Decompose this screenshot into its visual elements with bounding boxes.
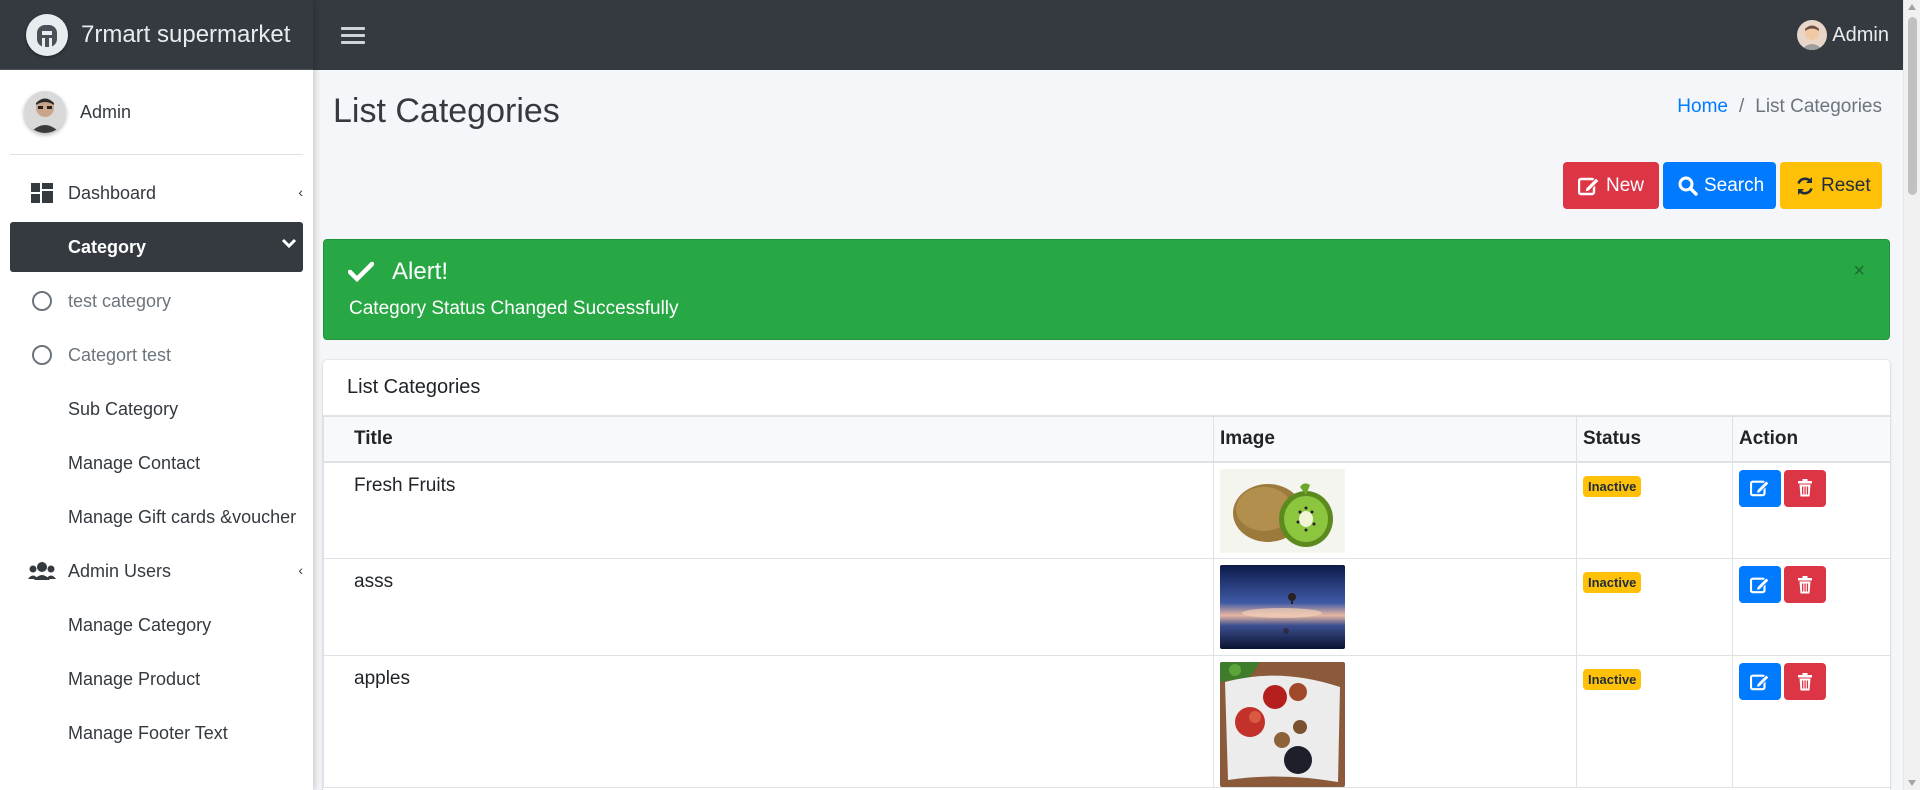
- delete-button[interactable]: [1784, 469, 1826, 507]
- page-scrollbar[interactable]: [1903, 0, 1920, 790]
- brand-link[interactable]: 7rmart supermarket: [0, 0, 313, 70]
- reset-button[interactable]: Reset: [1780, 162, 1882, 209]
- navbar-avatar: [1797, 20, 1828, 50]
- chevron-left-icon: ‹: [298, 562, 303, 578]
- table-row: apples Inactive: [323, 655, 1890, 788]
- action-buttons: New Search Reset: [1563, 162, 1882, 209]
- sidebar-item-manage-contact[interactable]: Manage Contact: [10, 438, 303, 488]
- sidebar-item-admin-users[interactable]: Admin Users ‹: [10, 546, 303, 596]
- sidebar-item-manage-product[interactable]: Manage Product: [10, 654, 303, 704]
- column-header-action[interactable]: Action: [1732, 416, 1890, 463]
- close-icon[interactable]: ×: [1853, 260, 1865, 283]
- scroll-down-arrow-icon[interactable]: [1908, 780, 1916, 786]
- dashboard-icon: [10, 183, 60, 203]
- user-panel[interactable]: Admin: [10, 70, 303, 155]
- user-avatar: [24, 91, 66, 133]
- search-button-label: Search: [1704, 174, 1765, 196]
- sidebar-item-sub-category[interactable]: Sub Category: [10, 384, 303, 434]
- sidebar-item-label: Manage Gift cards &voucher: [68, 506, 297, 527]
- alert-message: Category Status Changed Successfully: [349, 298, 679, 319]
- scroll-up-arrow-icon[interactable]: [1908, 4, 1916, 10]
- row-title: apples: [323, 655, 1214, 788]
- alert-header: Alert!: [348, 258, 448, 286]
- check-icon: [348, 261, 374, 283]
- delete-button[interactable]: [1784, 663, 1826, 700]
- alert-title: Alert!: [392, 258, 449, 285]
- kiwi-fruit-image: [1220, 468, 1345, 553]
- sidebar-item-manage-category[interactable]: Manage Category: [10, 600, 303, 650]
- sidebar-item-label: Category: [68, 236, 147, 257]
- sidebar-item-dashboard[interactable]: Dashboard ‹: [10, 168, 303, 218]
- chevron-left-icon: ‹: [298, 184, 303, 200]
- sidebar-item-manage-footer-text[interactable]: Manage Footer Text: [10, 708, 303, 758]
- column-header-title[interactable]: Title: [323, 416, 1214, 463]
- sidebar-item-category[interactable]: Category: [10, 222, 303, 272]
- column-header-image[interactable]: Image: [1213, 416, 1577, 463]
- table-row: asss Inactive: [323, 558, 1890, 656]
- new-button[interactable]: New: [1563, 162, 1659, 209]
- users-icon: [10, 561, 60, 581]
- sidebar-item-label: Manage Category: [68, 614, 212, 635]
- sidebar-user-name: Admin: [80, 101, 132, 122]
- sidebar-item-label: Dashboard: [68, 182, 157, 203]
- breadcrumb-current: List Categories: [1755, 96, 1882, 117]
- categories-table: Title Image Status Action Fresh Fruits I…: [323, 416, 1890, 788]
- night-sky-balloon-image: [1220, 565, 1345, 649]
- sidebar-item-label: Sub Category: [68, 398, 179, 419]
- card-title: List Categories: [323, 360, 1890, 416]
- edit-button[interactable]: [1739, 663, 1781, 700]
- chevron-down-icon: [281, 236, 297, 252]
- circle-icon: [32, 345, 52, 365]
- main-content: List Categories Home / List Categories N…: [313, 70, 1900, 790]
- sidebar-item-label: test category: [68, 290, 172, 311]
- status-badge[interactable]: Inactive: [1583, 475, 1642, 497]
- table-row: Fresh Fruits Inactive: [323, 461, 1890, 559]
- sidebar-item-manage-gift-cards[interactable]: Manage Gift cards &voucher: [10, 492, 303, 542]
- reset-button-label: Reset: [1821, 174, 1871, 196]
- sidebar-item-label: Manage Product: [68, 668, 201, 689]
- breadcrumb-separator: /: [1738, 96, 1745, 117]
- sidebar-nav: Dashboard ‹ Category test category Categ…: [0, 155, 313, 758]
- sidebar-item-label: Admin Users: [68, 560, 172, 581]
- sidebar-item-label: Manage Footer Text: [68, 722, 228, 743]
- brand-name: 7rmart supermarket: [81, 20, 291, 48]
- edit-button[interactable]: [1739, 566, 1781, 603]
- refresh-icon: [1795, 176, 1815, 196]
- navbar-user-name: Admin: [1832, 23, 1889, 46]
- page-title: List Categories: [333, 92, 560, 130]
- search-icon: [1678, 176, 1698, 196]
- sidebar-item-label: Categort test: [68, 344, 172, 365]
- circle-icon: [32, 291, 52, 311]
- hamburger-menu-icon[interactable]: [341, 23, 365, 48]
- brand-logo-icon: [26, 13, 68, 56]
- search-button[interactable]: Search: [1663, 162, 1776, 209]
- edit-button[interactable]: [1739, 469, 1781, 507]
- top-navbar: Admin: [313, 0, 1920, 70]
- row-title: Fresh Fruits: [323, 461, 1214, 559]
- success-alert: Alert! Category Status Changed Successfu…: [323, 239, 1890, 340]
- apples-on-cloth-image: [1220, 662, 1345, 787]
- sidebar: 7rmart supermarket Admin Dashboard ‹ Cat…: [0, 0, 313, 790]
- row-title: asss: [323, 558, 1214, 656]
- status-badge[interactable]: Inactive: [1583, 572, 1642, 593]
- edit-icon: [1578, 176, 1600, 196]
- status-badge[interactable]: Inactive: [1583, 669, 1642, 690]
- sidebar-item-label: Manage Contact: [68, 452, 201, 473]
- breadcrumb: Home / List Categories: [1677, 96, 1882, 118]
- table-header-row: Title Image Status Action: [323, 416, 1890, 463]
- scrollbar-thumb[interactable]: [1908, 17, 1917, 195]
- breadcrumb-home-link[interactable]: Home: [1677, 96, 1728, 118]
- column-header-status[interactable]: Status: [1576, 416, 1733, 463]
- delete-button[interactable]: [1784, 566, 1826, 603]
- new-button-label: New: [1606, 174, 1645, 196]
- navbar-user-menu[interactable]: Admin: [1797, 20, 1889, 50]
- sidebar-item-categort-test[interactable]: Categort test: [10, 330, 303, 380]
- sidebar-item-test-category[interactable]: test category: [10, 276, 303, 326]
- categories-card: List Categories Title Image Status Actio…: [323, 360, 1890, 790]
